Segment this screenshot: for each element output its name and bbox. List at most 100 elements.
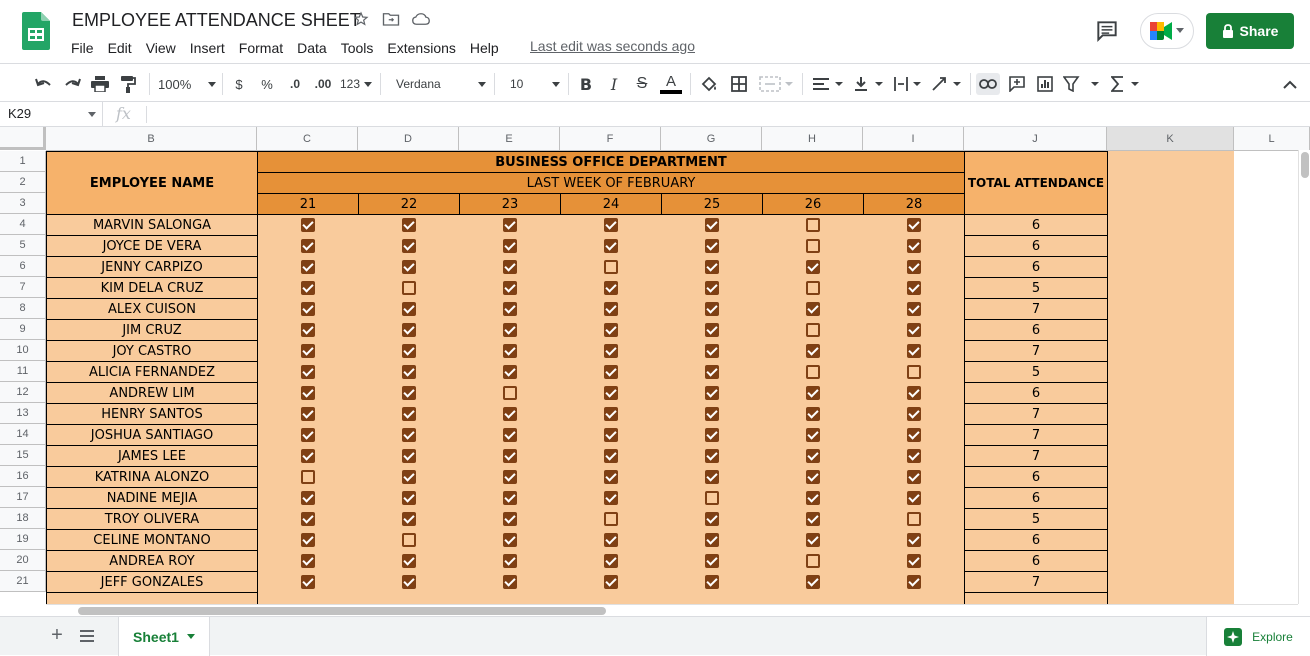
attendance-cell[interactable] <box>459 445 560 466</box>
attendance-cell[interactable] <box>863 340 964 361</box>
all-sheets-icon[interactable] <box>80 629 96 643</box>
font-size-select[interactable]: 10 <box>510 73 560 95</box>
attendance-cell[interactable] <box>358 487 459 508</box>
attendance-cell[interactable] <box>257 319 358 340</box>
checkbox-checked[interactable] <box>502 553 517 568</box>
checkbox-checked[interactable] <box>502 217 517 232</box>
star-icon[interactable] <box>352 10 370 28</box>
attendance-cell[interactable] <box>358 445 459 466</box>
checkbox-unchecked[interactable] <box>300 469 315 484</box>
checkbox-unchecked[interactable] <box>805 280 820 295</box>
attendance-cell[interactable] <box>661 487 762 508</box>
attendance-cell[interactable] <box>358 382 459 403</box>
checkbox-checked[interactable] <box>704 511 719 526</box>
attendance-cell[interactable] <box>863 277 964 298</box>
checkbox-checked[interactable] <box>401 343 416 358</box>
attendance-cell[interactable] <box>762 466 863 487</box>
attendance-cell[interactable] <box>257 298 358 319</box>
row-header-7[interactable]: 7 <box>0 277 46 298</box>
attendance-cell[interactable] <box>560 319 661 340</box>
checkbox-checked[interactable] <box>603 406 618 421</box>
attendance-cell[interactable] <box>257 445 358 466</box>
name-box[interactable]: K29 <box>0 102 103 127</box>
checkbox-checked[interactable] <box>906 343 921 358</box>
checkbox-checked[interactable] <box>906 322 921 337</box>
attendance-cell[interactable] <box>358 466 459 487</box>
attendance-cell[interactable] <box>560 487 661 508</box>
column-header-e[interactable]: E <box>459 127 560 151</box>
attendance-cell[interactable] <box>661 361 762 382</box>
checkbox-unchecked[interactable] <box>805 217 820 232</box>
attendance-cell[interactable] <box>863 445 964 466</box>
attendance-cell[interactable] <box>459 382 560 403</box>
attendance-cell[interactable] <box>762 298 863 319</box>
bold-icon[interactable]: B <box>576 73 596 95</box>
row-header-11[interactable]: 11 <box>0 361 46 382</box>
font-select[interactable]: Verdana <box>396 73 486 95</box>
row-header-12[interactable]: 12 <box>0 382 46 403</box>
checkbox-unchecked[interactable] <box>805 322 820 337</box>
attendance-cell[interactable] <box>863 487 964 508</box>
row-header-16[interactable]: 16 <box>0 466 46 487</box>
attendance-cell[interactable] <box>762 340 863 361</box>
checkbox-checked[interactable] <box>704 301 719 316</box>
attendance-cell[interactable] <box>459 214 560 235</box>
attendance-cell[interactable] <box>661 529 762 550</box>
attendance-cell[interactable] <box>257 424 358 445</box>
attendance-cell[interactable] <box>358 361 459 382</box>
print-icon[interactable] <box>88 73 112 95</box>
checkbox-checked[interactable] <box>300 490 315 505</box>
attendance-cell[interactable] <box>358 508 459 529</box>
share-button[interactable]: Share <box>1206 13 1294 49</box>
attendance-cell[interactable] <box>762 235 863 256</box>
attendance-cell[interactable] <box>863 508 964 529</box>
column-header-l[interactable]: L <box>1234 127 1310 151</box>
checkbox-checked[interactable] <box>300 406 315 421</box>
attendance-cell[interactable] <box>459 508 560 529</box>
attendance-cell[interactable] <box>257 403 358 424</box>
attendance-cell[interactable] <box>863 235 964 256</box>
checkbox-checked[interactable] <box>906 574 921 589</box>
insert-chart-icon[interactable] <box>1034 73 1056 95</box>
attendance-cell[interactable] <box>661 424 762 445</box>
vertical-scroll-thumb[interactable] <box>1301 152 1309 178</box>
checkbox-checked[interactable] <box>906 553 921 568</box>
checkbox-checked[interactable] <box>805 343 820 358</box>
attendance-cell[interactable] <box>257 235 358 256</box>
undo-icon[interactable] <box>32 73 56 95</box>
select-all-corner[interactable] <box>0 127 46 150</box>
column-header-h[interactable]: H <box>762 127 863 151</box>
filter-icon[interactable] <box>1062 73 1102 95</box>
attendance-cell[interactable] <box>358 550 459 571</box>
attendance-cell[interactable] <box>257 508 358 529</box>
checkbox-checked[interactable] <box>300 427 315 442</box>
checkbox-unchecked[interactable] <box>704 490 719 505</box>
attendance-cell[interactable] <box>661 298 762 319</box>
attendance-cell[interactable] <box>257 550 358 571</box>
checkbox-checked[interactable] <box>603 469 618 484</box>
checkbox-checked[interactable] <box>906 490 921 505</box>
row-header-4[interactable]: 4 <box>0 214 46 235</box>
checkbox-checked[interactable] <box>300 364 315 379</box>
checkbox-checked[interactable] <box>603 448 618 463</box>
attendance-cell[interactable] <box>661 256 762 277</box>
checkbox-checked[interactable] <box>502 490 517 505</box>
attendance-cell[interactable] <box>459 319 560 340</box>
attendance-cell[interactable] <box>863 571 964 592</box>
attendance-cell[interactable] <box>863 466 964 487</box>
attendance-cell[interactable] <box>863 382 964 403</box>
meet-button[interactable] <box>1140 13 1194 49</box>
menu-data[interactable]: Data <box>290 38 334 58</box>
checkbox-checked[interactable] <box>300 532 315 547</box>
comment-history-icon[interactable] <box>1094 18 1120 44</box>
column-header-f[interactable]: F <box>560 127 661 151</box>
redo-icon[interactable] <box>60 73 84 95</box>
attendance-cell[interactable] <box>661 340 762 361</box>
attendance-cell[interactable] <box>358 571 459 592</box>
checkbox-checked[interactable] <box>502 532 517 547</box>
attendance-cell[interactable] <box>358 340 459 361</box>
attendance-cell[interactable] <box>560 340 661 361</box>
checkbox-checked[interactable] <box>603 385 618 400</box>
attendance-cell[interactable] <box>661 382 762 403</box>
checkbox-checked[interactable] <box>805 406 820 421</box>
